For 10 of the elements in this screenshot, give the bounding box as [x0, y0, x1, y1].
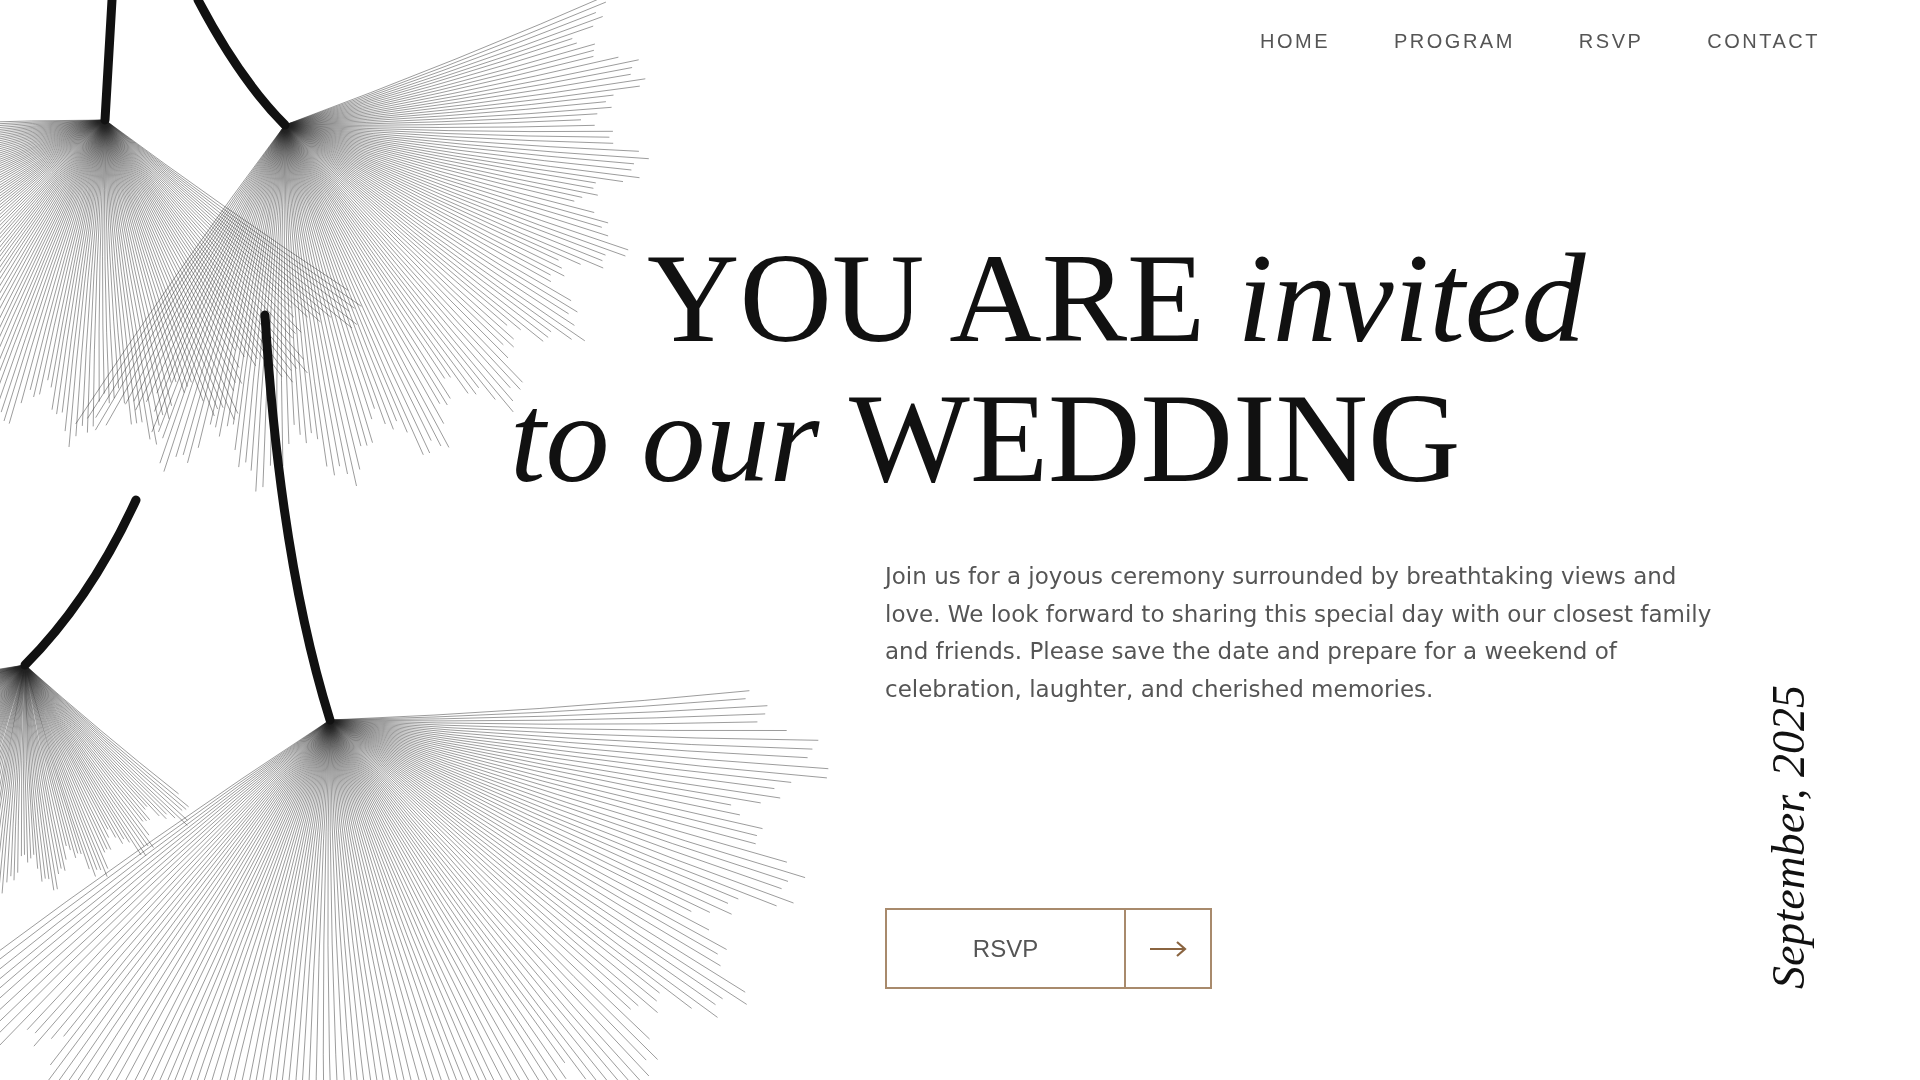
nav-link[interactable]: PROGRAM	[1394, 30, 1515, 53]
nav-link[interactable]: CONTACT	[1707, 30, 1820, 53]
arrow-right-icon	[1149, 940, 1187, 957]
intro-paragraph: Join us for a joyous ceremony surrounded by breathtaking views and love. We look forward to sharing this special day with our closest family and friends. Please save the date and prepare for a weekend of celebration, laughter, and cherished memories.	[885, 562, 1713, 704]
rsvp-button[interactable]: RSVP	[885, 908, 1212, 989]
date-text: September, 2025	[1762, 684, 1815, 989]
nav-link[interactable]: HOME	[1260, 30, 1330, 53]
heading-line: to our WEDDING	[510, 368, 1462, 508]
nav-link[interactable]: RSVP	[1578, 30, 1644, 53]
heading-line: YOU ARE invited	[646, 228, 1587, 368]
